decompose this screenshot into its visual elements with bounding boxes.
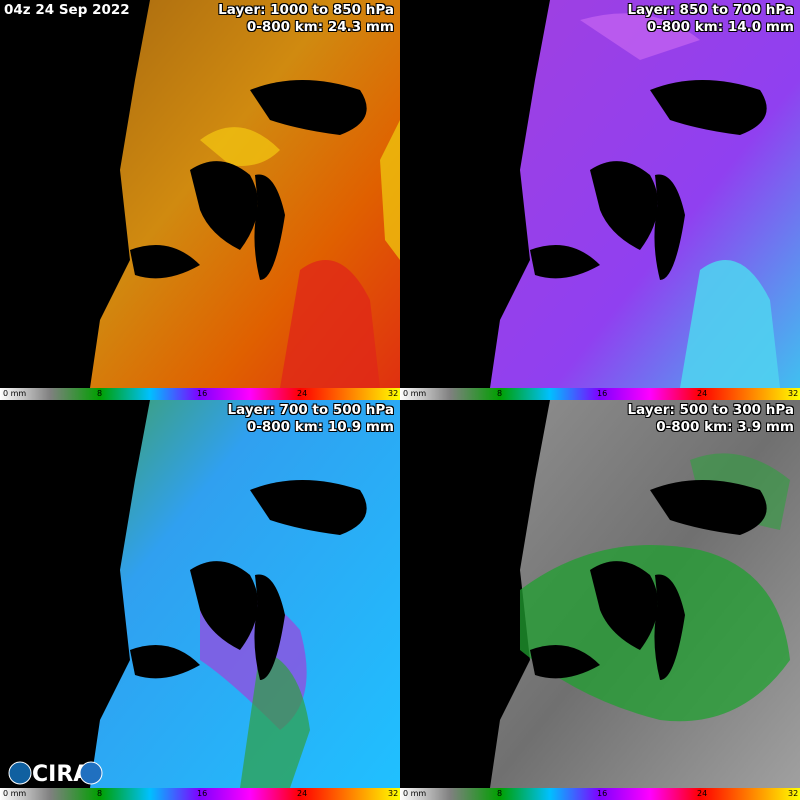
panel-layer-500-300: Layer: 500 to 300 hPa 0-800 km: 3.9 mm 0…	[400, 400, 800, 800]
colorbar-tick-label: 16	[597, 389, 608, 398]
colorbar: 0 mm 8 16 24 32	[400, 388, 800, 400]
colorbar-tick-label: 16	[597, 789, 608, 798]
layer-value: 0-800 km: 24.3 mm	[246, 19, 394, 35]
layer-label: Layer: 1000 to 850 hPa	[218, 2, 394, 18]
cira-logo: CIRA	[8, 761, 103, 787]
colorbar-tick-label: 0 mm	[3, 789, 27, 798]
colorbar-tick-label: 32	[788, 789, 799, 798]
panel-title: Layer: 700 to 500 hPa 0-800 km: 10.9 mm	[228, 402, 394, 436]
layer-value: 0-800 km: 14.0 mm	[646, 19, 794, 35]
colorbar-tick-label: 32	[788, 389, 799, 398]
layer-value: 0-800 km: 10.9 mm	[246, 419, 394, 435]
colorbar-tick-label: 0 mm	[403, 389, 427, 398]
colorbar-tick-label: 8	[497, 789, 503, 798]
layer-label: Layer: 850 to 700 hPa	[627, 2, 794, 18]
precipitable-water-map	[90, 0, 400, 388]
colorbar-tick-label: 16	[197, 789, 208, 798]
layer-label: Layer: 500 to 300 hPa	[627, 402, 794, 418]
colorbar-tick-label: 0 mm	[3, 389, 27, 398]
panel-title: Layer: 1000 to 850 hPa 0-800 km: 24.3 mm	[218, 2, 394, 36]
precipitable-water-map	[490, 0, 800, 388]
panel-title: Layer: 850 to 700 hPa 0-800 km: 14.0 mm	[628, 2, 794, 36]
colorbar-tick-label: 0 mm	[403, 789, 427, 798]
colorbar-tick-label: 24	[297, 789, 308, 798]
colorbar-tick-label: 8	[97, 389, 103, 398]
colorbar-tick-label: 24	[697, 789, 708, 798]
colorbar-tick-label: 8	[497, 389, 503, 398]
datestamp: 04z 24 Sep 2022	[4, 2, 130, 18]
colorbar-tick-label: 16	[197, 389, 208, 398]
precipitable-water-map	[490, 400, 800, 788]
colorbar-tick-label: 24	[697, 389, 708, 398]
colorbar: 0 mm 8 16 24 32	[0, 788, 400, 800]
panel-layer-700-500: Layer: 700 to 500 hPa 0-800 km: 10.9 mm …	[0, 400, 400, 800]
colorbar-tick-label: 32	[388, 389, 399, 398]
colorbar-tick-label: 24	[297, 389, 308, 398]
colorbar-tick-label: 8	[97, 789, 103, 798]
layer-value: 0-800 km: 3.9 mm	[656, 419, 794, 435]
precipitable-water-map	[90, 400, 400, 788]
panel-layer-850-700: Layer: 850 to 700 hPa 0-800 km: 14.0 mm …	[400, 0, 800, 400]
panel-layer-1000-850: 04z 24 Sep 2022 Layer: 1000 to 850 hPa 0…	[0, 0, 400, 400]
colorbar: 0 mm 8 16 24 32	[400, 788, 800, 800]
colorbar-tick-label: 32	[388, 789, 399, 798]
layer-label: Layer: 700 to 500 hPa	[227, 402, 394, 418]
panel-title: Layer: 500 to 300 hPa 0-800 km: 3.9 mm	[628, 402, 794, 436]
colorbar: 0 mm 8 16 24 32	[0, 388, 400, 400]
